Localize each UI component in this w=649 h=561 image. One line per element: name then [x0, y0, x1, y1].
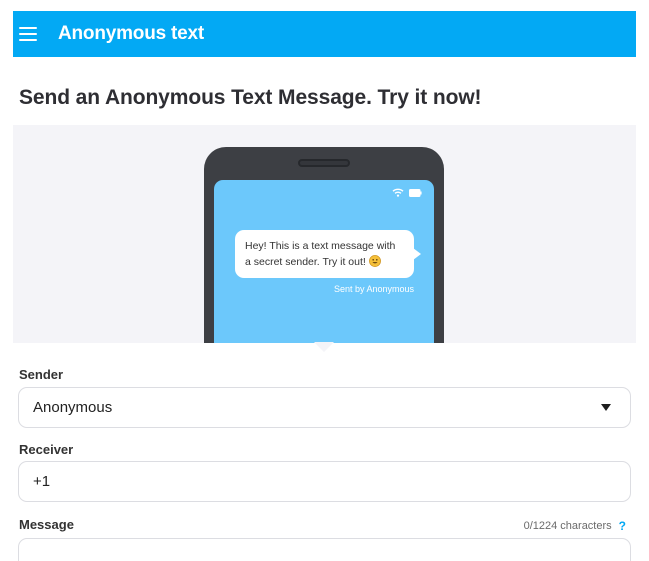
receiver-label: Receiver — [19, 442, 74, 457]
message-label: Message — [19, 517, 74, 532]
phone-preview-area: Hey! This is a text message with a secre… — [13, 125, 636, 343]
phone-screen: Hey! This is a text message with a secre… — [214, 180, 434, 343]
app-bar: Anonymous text — [13, 11, 636, 57]
sent-by-label: Sent by Anonymous — [333, 284, 414, 294]
dropdown-caret-icon — [601, 404, 611, 411]
help-icon[interactable]: ? — [619, 519, 626, 533]
preview-pointer — [314, 342, 334, 352]
menu-icon[interactable] — [19, 26, 39, 42]
sender-select[interactable]: Anonymous — [18, 387, 631, 428]
app-title: Anonymous text — [58, 23, 205, 44]
phone-mockup: Hey! This is a text message with a secre… — [204, 147, 444, 343]
message-counter-text: 0/1224 characters — [523, 520, 612, 532]
message-textarea[interactable] — [18, 538, 631, 561]
receiver-value: +1 — [33, 473, 51, 490]
page-headline: Send an Anonymous Text Message. Try it n… — [19, 86, 482, 109]
receiver-input[interactable]: +1 — [18, 461, 631, 502]
phone-speaker — [298, 159, 350, 167]
smile-emoji-icon — [368, 255, 381, 267]
sender-label: Sender — [19, 367, 64, 382]
wifi-icon — [392, 188, 404, 197]
status-bar — [392, 188, 422, 197]
sender-value: Anonymous — [33, 399, 113, 416]
character-counter: 0/1224 characters ? — [524, 519, 626, 533]
message-bubble: Hey! This is a text message with a secre… — [235, 230, 421, 278]
battery-icon — [409, 188, 422, 197]
